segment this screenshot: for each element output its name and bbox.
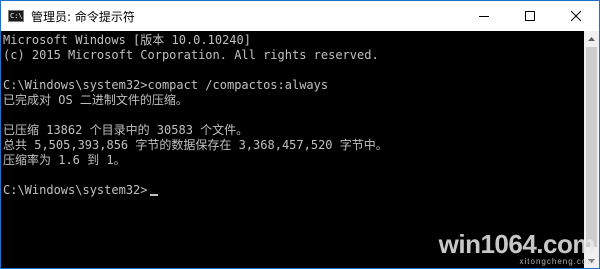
minimize-icon [479,16,489,17]
console-line: (c) 2015 Microsoft Corporation. All righ… [3,48,379,62]
console-line: 已压缩 13862 个目录中的 30583 个文件。 [3,123,249,137]
scroll-up-button[interactable] [584,31,599,46]
console-line: C:\Windows\system32>compact /compactos:a… [3,78,329,92]
console-line: 已完成对 OS 二进制文件的压缩。 [3,93,188,107]
scroll-up-icon [588,36,595,41]
maximize-icon [525,11,535,21]
console-line: Microsoft Windows [版本 10.0.10240] [3,33,251,47]
site-watermark: win1064.com xitongcheng.com [438,229,596,266]
maximize-button[interactable] [507,1,553,31]
command-prompt: C:\Windows\system32> [3,183,148,197]
window-title: 管理员: 命令提示符 [31,9,135,24]
minimize-button[interactable] [461,1,507,31]
title-bar[interactable]: C:\ 管理员: 命令提示符 [1,1,599,31]
console-prompt-line: C:\Windows\system32> [3,183,584,198]
scroll-thumb[interactable] [586,47,597,247]
console-line: 总共 5,505,393,856 字节的数据保存在 3,368,457,520 … [3,138,388,152]
command-prompt-window: C:\ 管理员: 命令提示符 Microsoft Windows [版本 10.… [0,0,600,269]
text-cursor [149,194,158,196]
watermark-logo: win1064.com [438,229,596,259]
caption-buttons [461,1,599,31]
console-line: 压缩率为 1.6 到 1。 [3,153,126,167]
close-icon [571,11,581,21]
cmd-icon: C:\ [8,10,24,22]
close-button[interactable] [553,1,599,31]
